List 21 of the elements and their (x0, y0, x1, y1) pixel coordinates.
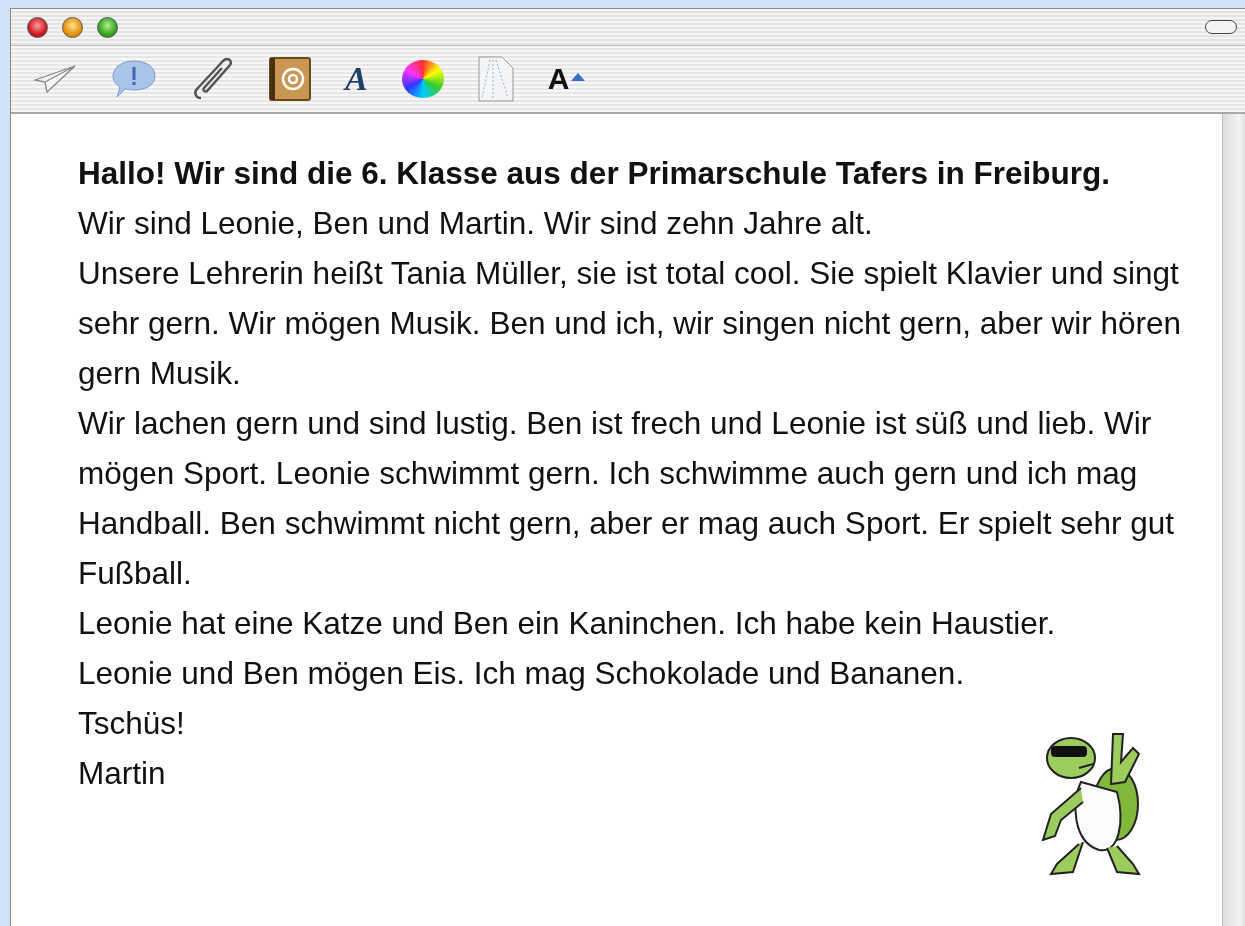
text-size-button[interactable]: A (547, 64, 586, 94)
fonts-icon[interactable]: A (345, 62, 368, 96)
minimize-button[interactable] (62, 16, 83, 38)
speech-bubble-icon[interactable] (111, 59, 157, 99)
message-paragraph: Wir sind Leonie, Ben und Martin. Wir sind zehn Jahre alt. (78, 204, 874, 243)
message-paragraph: Wir lachen gern und sind lustig. Ben ist frech und Leonie ist süß und lieb. Wir mögen Sport. Leonie schwimmt gern. Ich schwimme auch gern und ich mag Handball. Ben schwimmt nicht gern, aber er mag auch Sport. Er spielt sehr gut Fußball. (78, 404, 1176, 593)
scroll-bar[interactable] (1222, 114, 1245, 926)
caret-icon (571, 71, 586, 81)
color-wheel-icon[interactable] (401, 60, 444, 98)
toolbar-toggle-button[interactable] (1205, 20, 1237, 34)
zoom-button[interactable] (97, 16, 118, 38)
address-book-icon[interactable] (269, 57, 311, 101)
message-paragraph: Martin (78, 754, 167, 793)
message-paragraph: Leonie hat eine Katze und Ben ein Kaninchen. Ich habe kein Haustier. (78, 604, 1057, 643)
message-paragraph: Leonie und Ben mögen Eis. Ich mag Schokolade und Bananen. (78, 654, 966, 693)
close-button[interactable] (27, 16, 48, 38)
paper-plane-icon[interactable] (33, 62, 77, 96)
message-paragraph: Tschüs! (78, 704, 186, 743)
message-paragraph: Unsere Lehrerin heißt Tania Müller, sie ist total cool. Sie spielt Klavier und singt sehr gern. Wir mögen Musik. Ben und ich, wir singen nicht gern, aber wir hören gern Musik. (78, 254, 1182, 393)
message-heading: Hallo! Wir sind die 6. Klasse aus der Primarschule Tafers in Freiburg. (78, 154, 1111, 193)
paperclip-icon[interactable] (191, 56, 235, 102)
